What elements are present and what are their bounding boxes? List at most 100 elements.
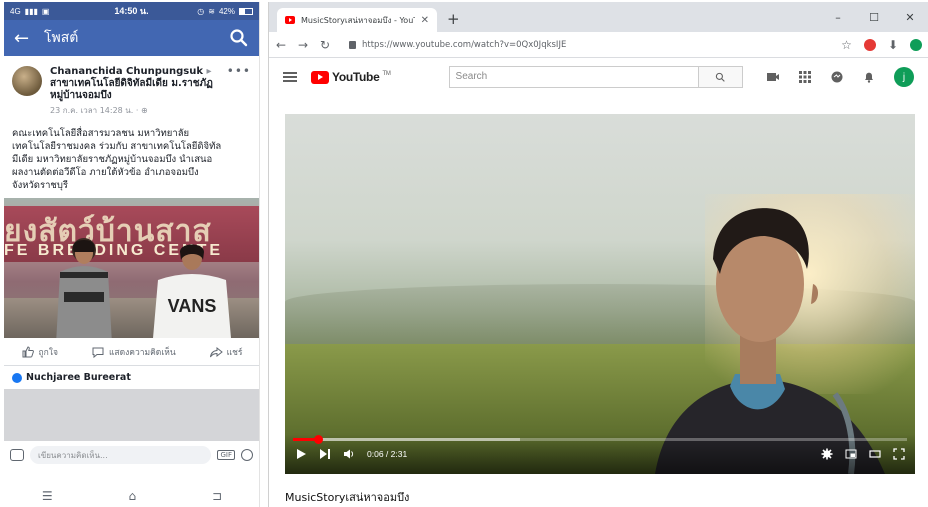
post-timestamp: 23 ก.ค. เวลา 14:28 น. · ⊕	[50, 104, 227, 117]
emoji-icon[interactable]	[241, 449, 253, 461]
facebook-phone-panel: 4G ▮▮▮ ▣ 14:50 น. ◷ ≋ 42% ← โพสต์ Chanan…	[4, 2, 260, 507]
youtube-play-logo-icon	[311, 70, 329, 84]
android-nav-bar: ☰ ⌂ ⊐	[4, 485, 259, 507]
author-name[interactable]: Chananchida Chunpungsuk	[50, 66, 203, 77]
comment-composer: เขียนความคิดเห็น... GIF	[4, 441, 259, 464]
messages-icon[interactable]	[830, 70, 844, 84]
forward-icon[interactable]: →	[297, 38, 309, 52]
search-icon[interactable]	[229, 28, 249, 48]
progress-scrubber[interactable]	[313, 435, 323, 444]
right-triangle-icon: ▸	[206, 66, 212, 77]
speech-bubble-icon	[92, 347, 104, 358]
post-header: Chananchida Chunpungsuk ▸ สาขาเทคโนโลยีด…	[4, 56, 259, 121]
reload-icon[interactable]: ↻	[319, 38, 331, 52]
shirt-brand-text: VANS	[168, 296, 217, 316]
browser-window: MusicStoryเสน่หาจอมบึง - YouTube ✕ + – ☐…	[268, 2, 928, 507]
group-name[interactable]: สาขาเทคโนโลยีดิจิทัลมีเดีย ม.ราชภัฏหมู่บ…	[50, 78, 213, 101]
theater-mode-icon[interactable]	[869, 448, 881, 460]
status-bar: 4G ▮▮▮ ▣ 14:50 น. ◷ ≋ 42%	[4, 2, 259, 20]
tab-strip: MusicStoryเสน่หาจอมบึง - YouTube ✕ + – ☐…	[269, 2, 928, 32]
author-avatar[interactable]	[12, 66, 42, 96]
new-tab-icon[interactable]: +	[437, 8, 470, 32]
commenter-avatar	[12, 372, 22, 383]
person-right-figure: VANS	[153, 244, 231, 338]
tab-close-icon[interactable]: ✕	[421, 15, 429, 26]
home-nav-icon[interactable]: ⌂	[129, 489, 137, 503]
next-icon[interactable]	[319, 448, 331, 460]
search-button[interactable]	[698, 66, 743, 88]
youtube-header: YouTube TM Search j	[269, 58, 928, 96]
comment-placeholder-block	[4, 389, 259, 441]
battery-percent: 42%	[218, 6, 235, 16]
lock-icon	[349, 40, 356, 49]
settings-gear-icon[interactable]	[821, 448, 833, 460]
youtube-logo-tm: TM	[382, 71, 391, 77]
browser-tab[interactable]: MusicStoryเสน่หาจอมบึง - YouTube ✕	[277, 8, 437, 32]
video-title: MusicStoryเสน่หาจอมบึง	[285, 491, 410, 504]
maximize-icon[interactable]: ☐	[856, 11, 892, 24]
post-actions: ถูกใจ แสดงความคิดเห็น แชร์	[4, 338, 259, 366]
back-icon[interactable]: ←	[275, 38, 287, 52]
signal-icon: ▮▮▮	[24, 6, 38, 16]
magnifier-icon	[715, 72, 725, 82]
notifications-bell-icon[interactable]	[862, 70, 876, 84]
account-avatar[interactable]: j	[894, 67, 914, 87]
comment-button[interactable]: แสดงความคิดเห็น	[91, 345, 176, 359]
play-icon[interactable]	[295, 448, 307, 460]
menu-nav-icon[interactable]: ☰	[42, 489, 53, 503]
youtube-favicon-icon	[285, 16, 295, 24]
youtube-logo-text: YouTube	[332, 70, 380, 84]
wifi-icon: ≋	[208, 6, 215, 16]
minimize-icon[interactable]: –	[820, 11, 856, 24]
back-nav-icon[interactable]: ⊐	[212, 489, 222, 503]
apps-grid-icon[interactable]	[798, 70, 812, 84]
url-text[interactable]: https://www.youtube.com/watch?v=0Qx0Jqks…	[362, 40, 566, 50]
miniplayer-icon[interactable]	[845, 448, 857, 460]
post-author-line[interactable]: Chananchida Chunpungsuk ▸ สาขาเทคโนโลยีด…	[50, 66, 227, 102]
commenter-row[interactable]: Nuchjaree Bureerat	[4, 366, 259, 389]
window-controls: – ☐ ✕	[820, 2, 928, 32]
video-player[interactable]: 0:06 / 2:31	[285, 114, 915, 474]
time-display: 0:06 / 2:31	[367, 449, 408, 459]
player-controls: 0:06 / 2:31	[285, 434, 915, 474]
camera-icon[interactable]	[10, 449, 24, 461]
volume-icon[interactable]	[343, 448, 355, 460]
thumbs-up-icon	[22, 345, 34, 357]
video-frame-man	[655, 208, 885, 474]
share-arrow-icon	[209, 346, 223, 357]
messenger-icon: ▣	[41, 6, 50, 16]
youtube-logo[interactable]: YouTube TM	[311, 70, 391, 84]
commenter-name[interactable]: Nuchjaree Bureerat	[26, 372, 131, 383]
address-bar[interactable]: https://www.youtube.com/watch?v=0Qx0Jqks…	[341, 40, 831, 50]
back-arrow-icon[interactable]: ←	[14, 28, 38, 49]
download-icon[interactable]: ⬇	[888, 38, 898, 52]
fullscreen-icon[interactable]	[893, 448, 905, 460]
gif-icon[interactable]: GIF	[217, 450, 235, 460]
progress-bar[interactable]	[293, 435, 907, 444]
carrier-label: 4G	[10, 6, 21, 16]
more-options-icon[interactable]: •••	[227, 65, 251, 117]
bookmark-star-icon[interactable]: ☆	[841, 38, 852, 52]
like-label: ถูกใจ	[38, 347, 58, 358]
like-button[interactable]: ถูกใจ	[21, 345, 58, 359]
share-button[interactable]: แชร์	[209, 345, 243, 359]
youtube-search: Search	[448, 66, 743, 88]
share-label: แชร์	[226, 347, 243, 358]
progress-buffered	[293, 438, 521, 441]
search-input[interactable]: Search	[448, 66, 699, 88]
globe-icon: ⊕	[140, 106, 148, 115]
hamburger-menu-icon[interactable]	[283, 72, 297, 82]
post-body-text: คณะเทคโนโลยีสื่อสารมวลชน มหาวิทยาลัย เทค…	[12, 128, 222, 191]
person-left-figure	[56, 238, 112, 338]
create-video-icon[interactable]	[766, 70, 780, 84]
profile-icon[interactable]	[910, 38, 922, 51]
post-time-text: 23 ก.ค. เวลา 14:28 น. ·	[50, 106, 139, 115]
post-photo[interactable]: ยงสัตว์บ้านสาส FE BREEDING CENTE VANS	[4, 198, 259, 338]
extension-icon[interactable]	[863, 38, 876, 51]
comment-label: แสดงความคิดเห็น	[108, 347, 176, 358]
omnibar: ← → ↻ https://www.youtube.com/watch?v=0Q…	[269, 32, 928, 58]
close-window-icon[interactable]: ✕	[892, 11, 928, 24]
screen: 4G ▮▮▮ ▣ 14:50 น. ◷ ≋ 42% ← โพสต์ Chanan…	[0, 0, 928, 507]
comment-input[interactable]: เขียนความคิดเห็น...	[30, 446, 212, 464]
status-time: 14:50 น.	[114, 6, 149, 16]
